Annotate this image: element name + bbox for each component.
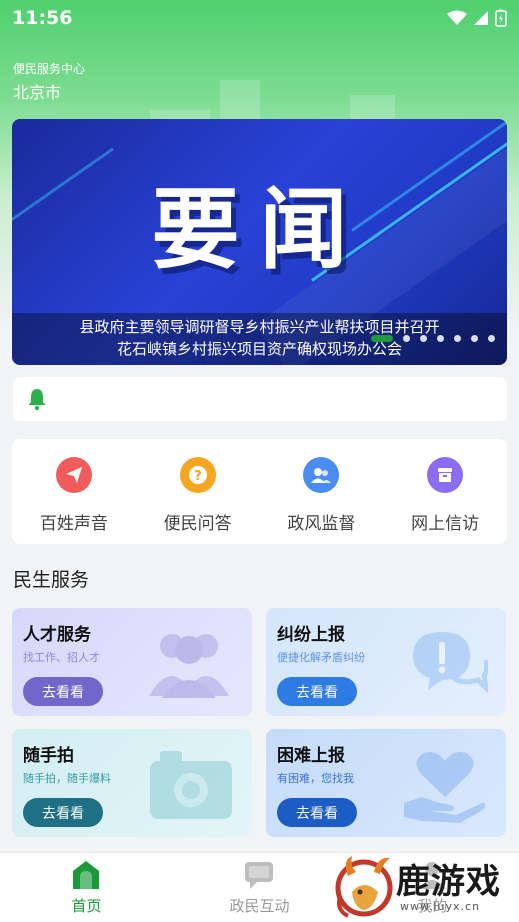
quick-action-petition[interactable]: 网上信访 <box>383 439 507 544</box>
nav-item-interaction[interactable]: 政民互动 <box>173 853 346 922</box>
service-card-dispute[interactable]: 纠纷上报 便捷化解矛盾纠纷 去看看 <box>266 608 506 716</box>
card-go-button[interactable]: 去看看 <box>23 798 103 827</box>
banner-page-dot[interactable] <box>371 335 393 342</box>
camera-icon <box>148 747 234 825</box>
nav-item-home[interactable]: 首页 <box>0 853 173 922</box>
card-go-button[interactable]: 去看看 <box>277 798 357 827</box>
nav-label: 政民互动 <box>229 897 290 915</box>
alert-chat-icon <box>408 626 490 706</box>
banner-page-dot[interactable] <box>437 335 444 342</box>
quick-actions: 百姓声音 ? 便民问答 政风监督 网上信访 <box>12 439 507 544</box>
site-watermark: 鹿游戏 www.luyx.cn <box>334 848 519 922</box>
banner-title: 要闻 <box>151 178 368 281</box>
status-bar: 11:56 <box>0 0 519 36</box>
city-selector[interactable]: 北京市 <box>13 79 61 103</box>
news-banner[interactable]: 要闻 县政府主要领导调研督导乡村振兴产业帮扶项目并召开 花石峡镇乡村振兴项目资产… <box>12 119 507 365</box>
svg-text:?: ? <box>194 469 202 484</box>
heart-hand-icon <box>402 747 488 827</box>
signal-icon <box>474 11 488 25</box>
users-icon <box>303 457 340 493</box>
deer-logo-icon <box>335 856 393 918</box>
banner-page-dot[interactable] <box>454 335 461 342</box>
notice-bar[interactable] <box>13 377 507 421</box>
battery-icon <box>495 9 507 27</box>
banner-page-dot[interactable] <box>488 335 495 342</box>
people-icon <box>144 626 234 702</box>
service-card-hardship[interactable]: 困难上报 有困难，您找我 去看看 <box>266 729 506 837</box>
quick-action-label: 便民问答 <box>163 514 232 534</box>
quick-action-supervision[interactable]: 政风监督 <box>260 439 384 544</box>
quick-action-qa[interactable]: ? 便民问答 <box>136 439 260 544</box>
card-go-button[interactable]: 去看看 <box>23 677 103 706</box>
status-time: 11:56 <box>12 7 73 29</box>
question-icon: ? <box>179 457 216 493</box>
wifi-icon <box>447 10 467 25</box>
paper-plane-icon <box>55 457 92 493</box>
watermark-url: www.luyx.cn <box>400 900 481 913</box>
services-section-title: 民生服务 <box>13 569 90 591</box>
chat-icon <box>245 862 274 889</box>
quick-action-label: 百姓声音 <box>39 514 108 534</box>
watermark-text: 鹿游戏 <box>396 862 501 902</box>
quick-action-baixing-voice[interactable]: 百姓声音 <box>12 439 136 544</box>
quick-action-label: 政风监督 <box>287 514 356 534</box>
service-card-snapshot[interactable]: 随手拍 随手拍，随手爆料 去看看 <box>12 729 252 837</box>
status-icons <box>447 9 507 27</box>
bell-icon <box>28 389 46 411</box>
service-card-talent[interactable]: 人才服务 找工作、招人才 去看看 <box>12 608 252 716</box>
banner-page-dot[interactable] <box>420 335 427 342</box>
home-icon <box>73 861 100 889</box>
banner-page-dot[interactable] <box>471 335 478 342</box>
archive-icon <box>427 457 464 493</box>
banner-page-dot[interactable] <box>403 335 410 342</box>
nav-label: 首页 <box>71 897 102 915</box>
quick-action-label: 网上信访 <box>411 514 480 534</box>
banner-pagination <box>371 335 495 342</box>
card-go-button[interactable]: 去看看 <box>277 677 357 706</box>
header-subtitle: 便民服务中心 <box>13 62 86 76</box>
